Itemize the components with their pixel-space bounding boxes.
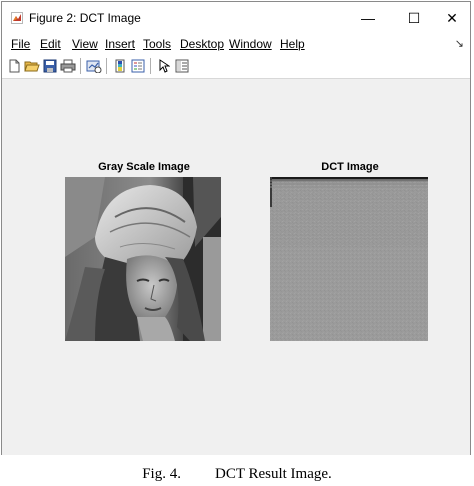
save-icon[interactable] bbox=[42, 58, 58, 74]
print-icon[interactable] bbox=[60, 58, 76, 74]
legend-icon[interactable] bbox=[130, 58, 146, 74]
close-button[interactable]: ✕ bbox=[432, 2, 472, 34]
caption-text: DCT Result Image. bbox=[214, 466, 332, 482]
axes-title-dct: DCT Image bbox=[321, 161, 379, 173]
menu-window[interactable]: Window bbox=[229, 37, 272, 51]
menu-bar: File Edit View Insert Tools Desktop Wind… bbox=[2, 34, 470, 54]
caption-figure-number: Fig. 4. bbox=[142, 466, 181, 482]
pointer-icon[interactable] bbox=[156, 58, 172, 74]
open-file-icon[interactable] bbox=[24, 58, 40, 74]
toolbar-separator bbox=[80, 58, 81, 74]
link-plot-icon[interactable] bbox=[86, 58, 102, 74]
figure-window: Figure 2: DCT Image — ☐ ✕ File Edit View… bbox=[1, 1, 471, 455]
menu-help[interactable]: Help bbox=[280, 37, 305, 51]
grayscale-image[interactable] bbox=[65, 177, 221, 341]
matlab-logo-icon bbox=[11, 12, 23, 24]
colorbar-icon[interactable] bbox=[112, 58, 128, 74]
menu-desktop[interactable]: Desktop bbox=[180, 37, 224, 51]
menu-file[interactable]: File bbox=[11, 37, 30, 51]
menu-insert[interactable]: Insert bbox=[105, 37, 135, 51]
axes-title-grayscale: Gray Scale Image bbox=[98, 161, 190, 173]
dct-image[interactable] bbox=[270, 177, 428, 341]
toolbar-separator bbox=[106, 58, 107, 74]
maximize-button[interactable]: ☐ bbox=[394, 2, 434, 34]
window-title: Figure 2: DCT Image bbox=[29, 11, 141, 25]
figure-canvas[interactable]: Gray Scale Image DCT Image bbox=[2, 79, 470, 455]
property-inspector-icon[interactable] bbox=[174, 58, 190, 74]
minimize-button[interactable]: — bbox=[348, 2, 388, 34]
title-bar[interactable]: Figure 2: DCT Image — ☐ ✕ bbox=[2, 2, 470, 34]
menu-overflow-icon[interactable]: ↘ bbox=[455, 37, 464, 50]
menu-view[interactable]: View bbox=[72, 37, 98, 51]
toolbar bbox=[2, 54, 470, 79]
toolbar-separator bbox=[150, 58, 151, 74]
menu-edit[interactable]: Edit bbox=[40, 37, 61, 51]
menu-tools[interactable]: Tools bbox=[143, 37, 171, 51]
figure-caption: Fig. 4. DCT Result Image. bbox=[0, 466, 474, 483]
new-figure-icon[interactable] bbox=[6, 58, 22, 74]
